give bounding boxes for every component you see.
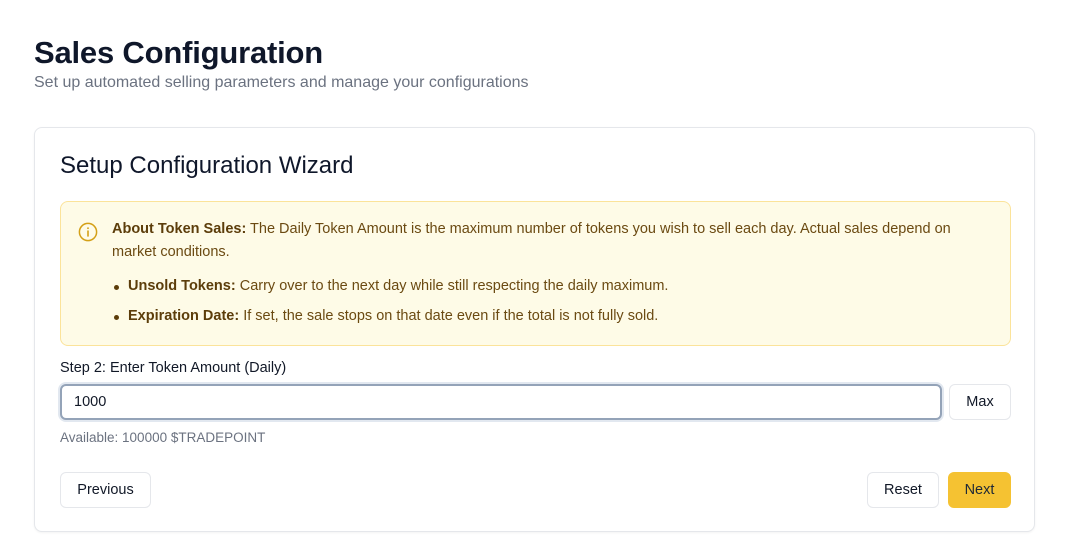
alert-list-item: Expiration Date: If set, the sale stops … xyxy=(112,305,990,328)
alert-item-bold: Unsold Tokens: xyxy=(128,278,236,294)
alert-item-text: If set, the sale stops on that date even… xyxy=(239,308,659,324)
alert-lead-text: About Token Sales: The Daily Token Amoun… xyxy=(112,218,990,264)
previous-button[interactable]: Previous xyxy=(60,472,151,508)
token-amount-label: Step 2: Enter Token Amount (Daily) xyxy=(60,360,287,376)
alert-list-item: Unsold Tokens: Carry over to the next da… xyxy=(112,275,990,298)
wizard-title: Setup Configuration Wizard xyxy=(60,152,354,179)
alert-list: Unsold Tokens: Carry over to the next da… xyxy=(112,275,990,335)
alert-lead-bold: About Token Sales: xyxy=(112,221,247,237)
alert-item-bold: Expiration Date: xyxy=(128,308,240,324)
token-sales-info-alert: About Token Sales: The Daily Token Amoun… xyxy=(60,201,1011,346)
page-title: Sales Configuration xyxy=(34,35,324,70)
alert-item-text: Carry over to the next day while still r… xyxy=(235,278,669,294)
available-balance: Available: 100000 $TRADEPOINT xyxy=(60,430,266,445)
info-circle-icon xyxy=(78,222,98,242)
token-amount-input[interactable] xyxy=(60,384,942,420)
sales-configuration-page: Sales Configuration Set up automated sel… xyxy=(0,0,1067,545)
page-subtitle: Set up automated selling parameters and … xyxy=(34,74,529,91)
reset-button[interactable]: Reset xyxy=(867,472,939,508)
max-button[interactable]: Max xyxy=(949,384,1011,420)
next-button[interactable]: Next xyxy=(948,472,1011,508)
setup-wizard-card: Setup Configuration Wizard About Token S… xyxy=(34,127,1035,532)
